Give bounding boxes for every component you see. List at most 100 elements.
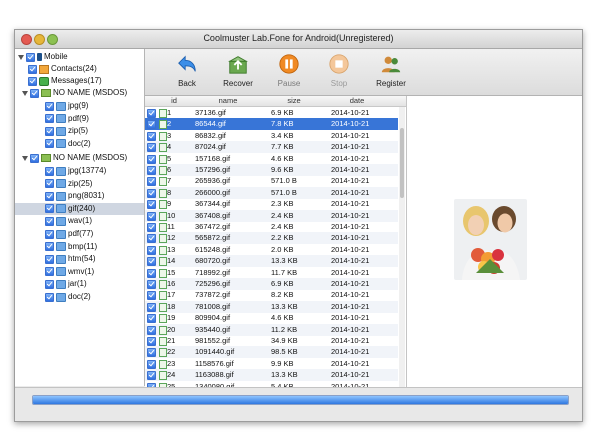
tree-node-filetype[interactable]: png(8031) (15, 190, 144, 202)
back-button[interactable]: Back (167, 51, 207, 93)
tree-node-filetype[interactable]: zip(25) (15, 178, 144, 190)
table-row[interactable]: 18 781008.gif 13.3 KB 2014-10-21 (145, 300, 398, 313)
row-checkbox[interactable] (147, 348, 156, 358)
stop-button[interactable]: Stop (319, 51, 359, 93)
tree-node-filetype[interactable]: pdf(77) (15, 228, 144, 240)
tree-node-filetype[interactable]: wav(1) (15, 215, 144, 227)
checkbox[interactable] (30, 88, 39, 98)
checkbox[interactable] (45, 114, 54, 124)
checkbox[interactable] (45, 139, 54, 149)
checkbox[interactable] (45, 101, 54, 111)
tree-node-filetype[interactable]: wmv(1) (15, 266, 144, 278)
row-checkbox[interactable] (147, 200, 156, 210)
checkbox[interactable] (45, 242, 54, 252)
tree-node-drive-1[interactable]: NO NAME (MSDOS) (22, 87, 127, 99)
tree-node-filetype[interactable]: jpg(13774) (15, 165, 144, 177)
row-checkbox[interactable] (147, 268, 156, 278)
tree-node-filetype[interactable]: doc(2) (15, 291, 144, 303)
row-checkbox[interactable] (147, 109, 156, 118)
checkbox[interactable] (45, 216, 54, 226)
tree-node-filetype[interactable]: pdf(9) (15, 113, 144, 125)
pause-button[interactable]: Pause (269, 51, 309, 93)
row-checkbox[interactable] (147, 359, 156, 369)
checkbox[interactable] (45, 279, 54, 289)
checkbox[interactable] (28, 76, 37, 86)
checkbox[interactable] (26, 52, 35, 62)
table-row[interactable]: 2 86544.gif 7.8 KB 2014-10-21 (145, 118, 398, 131)
row-checkbox[interactable] (147, 325, 156, 335)
checkbox[interactable] (45, 126, 54, 136)
column-header-date[interactable]: date (327, 96, 387, 106)
recover-button[interactable]: Recover (218, 51, 258, 93)
tree-node-contacts[interactable]: Contacts(24) (28, 63, 97, 75)
row-checkbox[interactable] (147, 211, 156, 221)
row-checkbox[interactable] (147, 154, 156, 164)
column-header-id[interactable]: id (163, 96, 185, 106)
row-checkbox[interactable] (147, 314, 156, 324)
register-button[interactable]: Register (371, 51, 411, 93)
checkbox[interactable] (45, 166, 54, 176)
row-checkbox[interactable] (147, 166, 156, 175)
checkbox[interactable] (45, 204, 54, 214)
row-checkbox[interactable] (147, 302, 156, 312)
tree-node-drive-2[interactable]: NO NAME (MSDOS) (22, 152, 127, 164)
tree-node-filetype[interactable]: doc(2) (15, 138, 144, 150)
table-scrollbar-thumb[interactable] (400, 128, 404, 198)
table-row[interactable]: 15 718992.gif 11.7 KB 2014-10-21 (145, 267, 398, 279)
table-row[interactable]: 6 157296.gif 9.6 KB 2014-10-21 (145, 164, 398, 176)
checkbox[interactable] (45, 179, 54, 189)
table-row[interactable]: 16 725296.gif 6.9 KB 2014-10-21 (145, 278, 398, 290)
disclosure-icon[interactable] (18, 54, 24, 60)
table-row[interactable]: 1 37136.gif 6.9 KB 2014-10-21 (145, 107, 398, 119)
checkbox[interactable] (45, 292, 54, 302)
tree-node-mobile[interactable]: Mobile (18, 51, 68, 63)
checkbox[interactable] (45, 254, 54, 264)
row-checkbox[interactable] (147, 223, 156, 232)
row-checkbox[interactable] (147, 177, 156, 187)
checkbox[interactable] (45, 229, 54, 239)
table-row[interactable]: 10 367408.gif 2.4 KB 2014-10-21 (145, 209, 398, 222)
tree-node-filetype[interactable]: jar(1) (15, 278, 144, 290)
table-row[interactable]: 19 809904.gif 4.6 KB 2014-10-21 (145, 312, 398, 324)
row-checkbox[interactable] (147, 120, 156, 130)
table-row[interactable]: 17 737872.gif 8.2 KB 2014-10-21 (145, 289, 398, 301)
row-checkbox[interactable] (147, 257, 156, 267)
table-row[interactable]: 4 87024.gif 7.7 KB 2014-10-21 (145, 141, 398, 154)
tree-node-filetype[interactable]: htm(54) (15, 253, 144, 265)
tree-node-filetype[interactable]: jpg(9) (15, 100, 144, 112)
checkbox[interactable] (28, 64, 37, 74)
checkbox[interactable] (45, 267, 54, 277)
checkbox[interactable] (30, 153, 39, 163)
row-checkbox[interactable] (147, 280, 156, 289)
disclosure-icon[interactable] (22, 90, 28, 96)
table-row[interactable]: 12 565872.gif 2.2 KB 2014-10-21 (145, 232, 398, 245)
tree-node-filetype[interactable]: bmp(11) (15, 241, 144, 253)
row-checkbox[interactable] (147, 245, 156, 255)
tree-node-filetype[interactable]: gif(240) (15, 202, 144, 215)
table-row[interactable]: 8 266000.gif 571.0 B 2014-10-21 (145, 186, 398, 199)
table-row[interactable]: 24 1163088.gif 13.3 KB 2014-10-21 (145, 369, 398, 382)
table-row[interactable]: 5 157168.gif 4.6 KB 2014-10-21 (145, 153, 398, 165)
table-row[interactable]: 23 1158576.gif 9.9 KB 2014-10-21 (145, 358, 398, 370)
table-row[interactable]: 22 1091440.gif 98.5 KB 2014-10-21 (145, 346, 398, 359)
table-row[interactable]: 21 981552.gif 34.9 KB 2014-10-21 (145, 335, 398, 347)
table-row[interactable]: 13 615248.gif 2.0 KB 2014-10-21 (145, 244, 398, 256)
row-checkbox[interactable] (147, 188, 156, 198)
row-checkbox[interactable] (147, 143, 156, 153)
table-row[interactable]: 9 367344.gif 2.3 KB 2014-10-21 (145, 198, 398, 210)
row-checkbox[interactable] (147, 234, 156, 244)
tree-node-messages[interactable]: Messages(17) (28, 75, 102, 87)
checkbox[interactable] (45, 191, 54, 201)
table-row[interactable]: 20 935440.gif 11.2 KB 2014-10-21 (145, 323, 398, 336)
column-header-size[interactable]: size (267, 96, 321, 106)
table-row[interactable]: 14 680720.gif 13.3 KB 2014-10-21 (145, 255, 398, 268)
column-header-name[interactable]: name (193, 96, 263, 106)
row-checkbox[interactable] (147, 371, 156, 381)
table-row[interactable]: 3 86832.gif 3.4 KB 2014-10-21 (145, 130, 398, 142)
row-checkbox[interactable] (147, 131, 156, 141)
row-checkbox[interactable] (147, 337, 156, 346)
disclosure-icon[interactable] (22, 155, 28, 161)
row-checkbox[interactable] (147, 291, 156, 301)
table-row[interactable]: 11 367472.gif 2.4 KB 2014-10-21 (145, 221, 398, 233)
table-row[interactable]: 7 265936.gif 571.0 B 2014-10-21 (145, 175, 398, 187)
